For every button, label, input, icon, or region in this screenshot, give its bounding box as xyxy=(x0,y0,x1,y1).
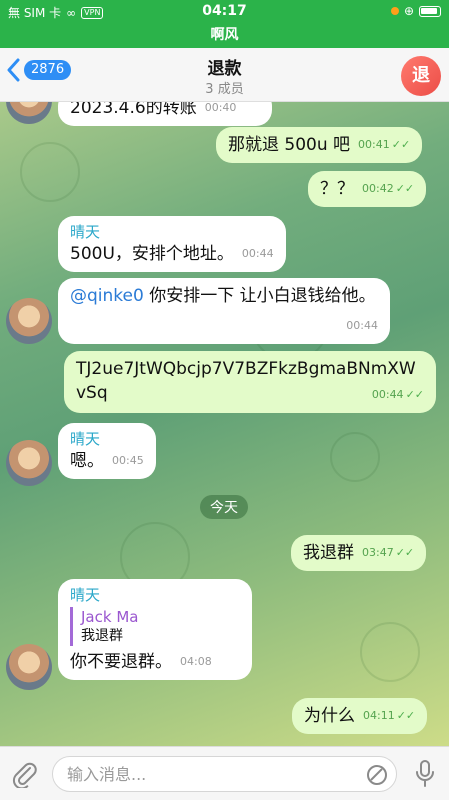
group-avatar[interactable]: 退 xyxy=(401,56,441,96)
sender-name[interactable]: 晴天 xyxy=(70,222,274,242)
reply-author: Jack Ma xyxy=(81,608,139,626)
message-outgoing[interactable]: TJ2ue7JtWQbcjp7V7BZFkzBgmaBNmXWvSq 00:44 ✓… xyxy=(64,351,436,413)
message-time: 03:47 xyxy=(362,546,394,559)
message-time: 00:45 xyxy=(112,454,144,467)
message-input-field[interactable] xyxy=(52,756,397,792)
recording-dot-icon xyxy=(390,7,399,15)
chat-header: 2876 退款 3 成员 退 xyxy=(0,48,449,102)
microphone-icon xyxy=(416,760,434,787)
message-text: 那就退 500u 吧 xyxy=(228,135,351,155)
message-text: 你不要退群。 xyxy=(70,652,172,672)
message-time: 00:42 xyxy=(362,182,394,195)
sender-avatar[interactable] xyxy=(6,644,52,690)
message-time: 00:44 xyxy=(346,319,378,332)
background-doodle xyxy=(360,622,420,682)
status-time: 04:17 xyxy=(202,3,247,19)
reply-quote[interactable]: Jack Ma 我退群 xyxy=(70,607,240,646)
status-bar: 無 SIM 卡 ∞ VPN 04:17 ⊕ xyxy=(0,0,449,24)
message-outgoing[interactable]: 我退群 03:47 ✓✓ xyxy=(291,535,427,571)
message-incoming[interactable]: 晴天 嗯。 00:45 xyxy=(58,423,156,479)
message-time: 00:41 xyxy=(358,138,390,151)
sticker-icon xyxy=(367,765,387,785)
message-text: 我退群 xyxy=(303,543,354,563)
read-checks-icon: ✓✓ xyxy=(395,182,415,195)
message-time: 00:40 xyxy=(204,102,237,114)
background-doodle xyxy=(330,432,380,482)
message-outgoing[interactable]: 为什么 04:11 ✓✓ xyxy=(292,698,428,734)
message-time: 04:08 xyxy=(180,655,212,668)
chat-title[interactable]: 退款 xyxy=(0,54,449,79)
paperclip-icon xyxy=(12,762,37,790)
sender-avatar[interactable] xyxy=(6,102,52,124)
message-text: 500U，安排个地址。 xyxy=(70,244,234,264)
background-doodle xyxy=(20,142,80,202)
attach-button[interactable] xyxy=(12,760,38,792)
message-outgoing[interactable]: 那就退 500u 吧 00:41 ✓✓ xyxy=(216,127,423,163)
sender-name[interactable]: 晴天 xyxy=(70,429,144,449)
message-incoming[interactable]: 晴天 Jack Ma 我退群 你不要退群。 04:08 xyxy=(58,579,252,680)
composer-bar xyxy=(0,746,449,800)
mention-link[interactable]: @qinke0 xyxy=(70,286,144,306)
active-call-strip[interactable]: 啊风 xyxy=(0,24,449,48)
orientation-lock-icon: ⊕ xyxy=(403,4,414,18)
sender-avatar[interactable] xyxy=(6,298,52,344)
message-text: ？？ xyxy=(320,179,354,199)
sticker-button[interactable] xyxy=(366,764,388,790)
message-list[interactable]: 2023.4.6的转账 00:40 那就退 500u 吧 00:41 ✓✓ ？？ 00:… xyxy=(0,102,449,746)
message-text: 为什么 xyxy=(304,706,355,726)
voice-record-button[interactable] xyxy=(415,759,435,793)
read-checks-icon: ✓✓ xyxy=(396,709,416,722)
read-checks-icon: ✓✓ xyxy=(391,138,411,151)
message-text: 2023.4.6的转账 xyxy=(70,102,197,118)
message-time: 00:44 xyxy=(371,388,404,401)
battery-icon xyxy=(419,5,441,17)
message-time: 04:11 xyxy=(363,709,395,722)
message-incoming[interactable]: 晴天 500U，安排个地址。 00:44 xyxy=(58,216,286,272)
read-checks-icon: ✓✓ xyxy=(405,388,424,401)
message-text: 你安排一下 让小白退钱给他。 xyxy=(143,286,376,306)
message-text: 嗯。 xyxy=(70,451,104,471)
message-time: 00:44 xyxy=(241,247,274,260)
reply-text: 我退群 xyxy=(81,628,123,644)
member-count: 3 成员 xyxy=(205,82,244,97)
message-text: TJ2ue7JtWQbcjp7V7BZFkzBgmaBNmXWvSq xyxy=(76,359,416,403)
read-checks-icon: ✓✓ xyxy=(395,546,415,559)
message-input[interactable] xyxy=(53,757,343,791)
day-separator: 今天 xyxy=(200,495,248,519)
message-incoming[interactable]: 2023.4.6的转账 00:40 xyxy=(58,102,272,126)
message-outgoing[interactable]: ？？ 00:42 ✓✓ xyxy=(308,171,427,207)
sender-name[interactable]: 晴天 xyxy=(70,585,240,605)
message-incoming[interactable]: @qinke0 你安排一下 让小白退钱给他。 00:44 xyxy=(58,278,390,344)
sender-avatar[interactable] xyxy=(6,440,52,486)
